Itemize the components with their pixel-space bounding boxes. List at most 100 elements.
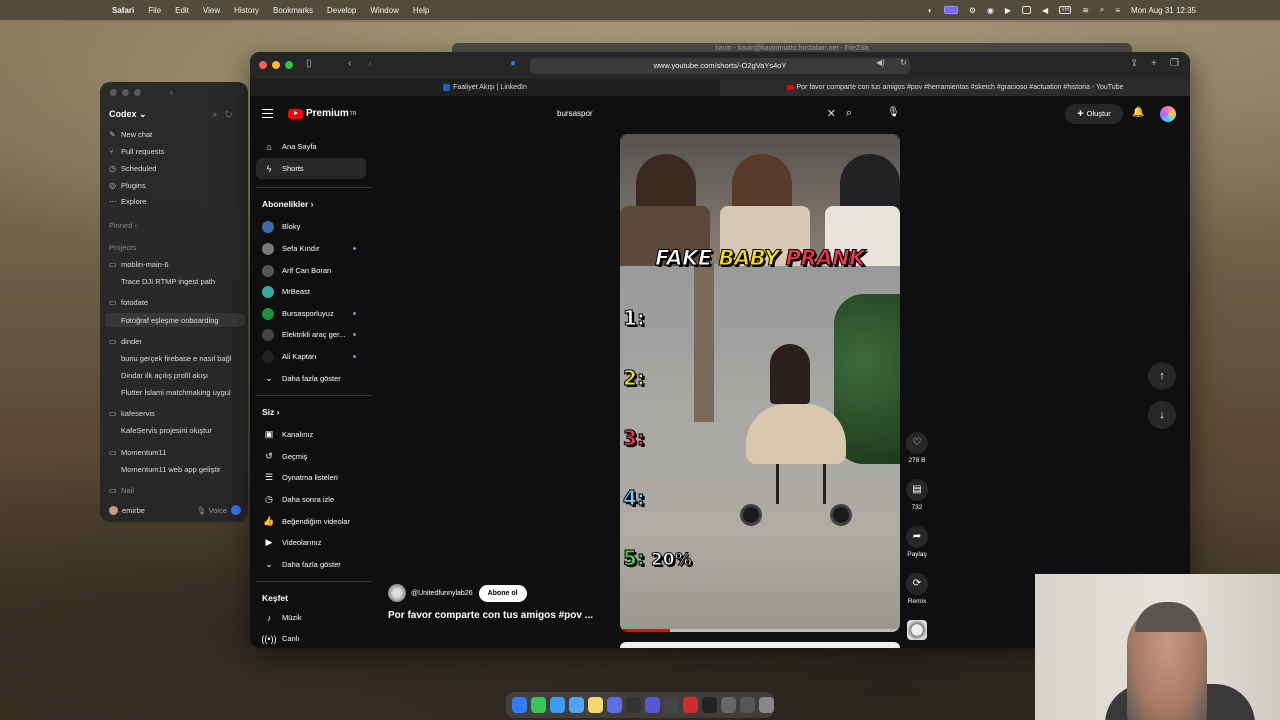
show-more-subscriptions[interactable]: ⌄ Daha fazla göster	[256, 368, 366, 389]
next-short-button[interactable]: ↓	[1148, 401, 1176, 429]
youtube-logo[interactable]: Premium TR	[288, 108, 356, 119]
app-icon[interactable]	[607, 697, 622, 713]
project-folder[interactable]: ▭ Momentum11	[109, 445, 166, 459]
avatar[interactable]	[1160, 106, 1176, 122]
sidebar-item-home[interactable]: ⌂ Ana Sayfa	[256, 136, 366, 157]
mic-icon[interactable]: 🎙	[887, 107, 900, 118]
forward-icon[interactable]: ›	[368, 58, 371, 69]
sidebar-item-history[interactable]: ↺ Geçmiş	[256, 446, 366, 467]
codex-username[interactable]: emirbe	[122, 506, 145, 515]
sidebar-item-liked-videos[interactable]: 👍 Beğendiğim videolar	[256, 511, 366, 532]
previous-short-button[interactable]: ↑	[1148, 362, 1176, 390]
codex-nav-plugins[interactable]: ◎ Plugins	[109, 178, 146, 192]
project-folder[interactable]: ▭ dinder	[109, 334, 142, 348]
tab-overview-icon[interactable]: ❐	[1170, 58, 1179, 69]
codex-title[interactable]: Codex ⌄	[109, 109, 147, 120]
messages-icon[interactable]	[531, 697, 546, 713]
address-bar[interactable]: www.youtube.com/shorts/-O2gVaYs4oY	[530, 58, 910, 74]
show-more-you[interactable]: ⌄ Daha fazla göster	[256, 554, 366, 575]
sidebar-item-live[interactable]: ((•)) Canlı	[256, 628, 366, 648]
create-button[interactable]: + Oluştur	[1065, 104, 1123, 124]
window-icon[interactable]	[1022, 6, 1032, 14]
next-short-preview[interactable]	[620, 642, 900, 648]
app-icon[interactable]	[721, 697, 736, 713]
wifi-icon[interactable]: ≋	[1082, 6, 1089, 15]
sidebar-item-subscription[interactable]: Ali Kaptan	[256, 346, 366, 367]
project-folder[interactable]: ▭ moblin-main-6	[109, 257, 169, 271]
share-icon[interactable]: ⇪	[1130, 58, 1138, 69]
sidebar-item-subscription[interactable]: Bursasporluyuz	[256, 303, 366, 324]
control-center-icon[interactable]: ≡	[1115, 6, 1120, 15]
codex-pinned[interactable]: Pinned ›	[109, 218, 137, 232]
channel-avatar[interactable]	[388, 584, 406, 602]
project-folder[interactable]: ▭ kafeservis	[109, 406, 155, 420]
minimize-button[interactable]	[272, 61, 280, 69]
app-icon[interactable]	[740, 697, 755, 713]
channel-name[interactable]: @Unitedfunnylab26	[411, 590, 473, 597]
tab-linkedin[interactable]: Faaliyet Akışı | LinkedIn	[250, 79, 720, 96]
project-thread[interactable]: Trace DJI RTMP ingest path	[121, 274, 215, 288]
sidebar-item-your-channel[interactable]: ▣ Kanalınız	[256, 424, 366, 445]
sound-thumbnail[interactable]	[907, 620, 927, 640]
status-dot-icon[interactable]	[231, 505, 241, 515]
zoom-button[interactable]	[134, 89, 141, 96]
zoom-button[interactable]	[285, 61, 293, 69]
tab-youtube[interactable]: Por favor comparte con tus amigos #pov #…	[720, 79, 1190, 96]
project-thread[interactable]: Dindar ilk açılış profil akışı	[121, 368, 208, 382]
bell-icon[interactable]: 🔔	[1132, 107, 1144, 118]
project-thread[interactable]: KafeServis projesini oluştur	[121, 423, 212, 437]
app-icon[interactable]	[645, 697, 660, 713]
remix-button[interactable]: ⟳	[906, 573, 928, 595]
search-icon[interactable]: ⌕	[1100, 5, 1104, 15]
lang-icon[interactable]: TR	[1059, 6, 1072, 14]
codex-nav-explore[interactable]: ⋯ Explore	[109, 194, 146, 208]
volume-icon[interactable]: ◀	[1042, 6, 1048, 15]
codex-nav-new-chat[interactable]: ✎ New chat	[109, 127, 152, 141]
like-button[interactable]: ♡	[906, 432, 928, 454]
short-title[interactable]: Por favor comparte con tus amigos #pov .…	[388, 610, 618, 621]
search-icon[interactable]: ⌕	[846, 107, 852, 120]
sidebar-toggle-icon[interactable]: ▯	[306, 58, 312, 69]
sidebar-item-shorts[interactable]: ϟ Shorts	[256, 158, 366, 179]
menu-edit[interactable]: Edit	[175, 6, 189, 15]
menu-app[interactable]: Safari	[112, 6, 134, 15]
sidebar-item-subscription[interactable]: Arif Can Boran	[256, 260, 366, 281]
project-thread[interactable]: bunu gerçek firebase e nasıl bağl	[121, 351, 232, 365]
close-button[interactable]	[110, 89, 117, 96]
voice-button[interactable]: 🎙 Voice	[197, 506, 227, 515]
minimize-button[interactable]	[122, 89, 129, 96]
menu-icon[interactable]	[262, 109, 273, 120]
back-arrow-icon[interactable]: ‹	[170, 87, 173, 97]
sidebar-item-subscription[interactable]: Bloky	[256, 216, 366, 237]
shorts-video-player[interactable]: FAKE BABY PRANK 1: 2: 3: 4: 5: 20%	[620, 134, 900, 632]
menu-bookmarks[interactable]: Bookmarks	[273, 6, 313, 15]
sidebar-item-playlists[interactable]: ☰ Oynatma listeleri	[256, 467, 366, 488]
menu-develop[interactable]: Develop	[327, 6, 356, 15]
settings-icon[interactable]: ⚙	[969, 6, 976, 15]
codex-header-icons[interactable]: ⌕↻	[213, 110, 240, 120]
new-tab-icon[interactable]: +	[1151, 58, 1157, 69]
sidebar-item-music[interactable]: ♪ Müzik	[256, 607, 366, 628]
codex-nav-scheduled[interactable]: ◷ Scheduled	[109, 161, 156, 175]
record-icon[interactable]: ◉	[987, 6, 994, 15]
close-button[interactable]	[259, 61, 267, 69]
audio-icon[interactable]: ◀)	[876, 58, 885, 67]
finder-icon[interactable]	[512, 697, 527, 713]
status-icon[interactable]: ◐	[928, 6, 933, 15]
you-heading[interactable]: Siz ›	[262, 407, 279, 417]
sidebar-item-subscription[interactable]: Elektrikli araç ger...	[256, 324, 366, 345]
menu-view[interactable]: View	[203, 6, 220, 15]
menu-help[interactable]: Help	[413, 6, 429, 15]
trash-icon[interactable]	[759, 697, 774, 713]
filezilla-icon[interactable]	[683, 697, 698, 713]
app-icon[interactable]	[664, 697, 679, 713]
share-button[interactable]: ➦	[906, 526, 928, 548]
subscriptions-heading[interactable]: Abonelikler ›	[262, 199, 314, 209]
clock[interactable]: Mon Aug 31 12:35	[1131, 6, 1196, 15]
comment-button[interactable]: ▤	[906, 479, 928, 501]
video-progress-bar[interactable]	[620, 629, 900, 632]
menu-history[interactable]: History	[234, 6, 259, 15]
clear-search-icon[interactable]: ✕	[827, 104, 836, 124]
project-thread[interactable]: Momentum11 web app geliştir	[121, 462, 221, 476]
menu-file[interactable]: File	[148, 6, 161, 15]
